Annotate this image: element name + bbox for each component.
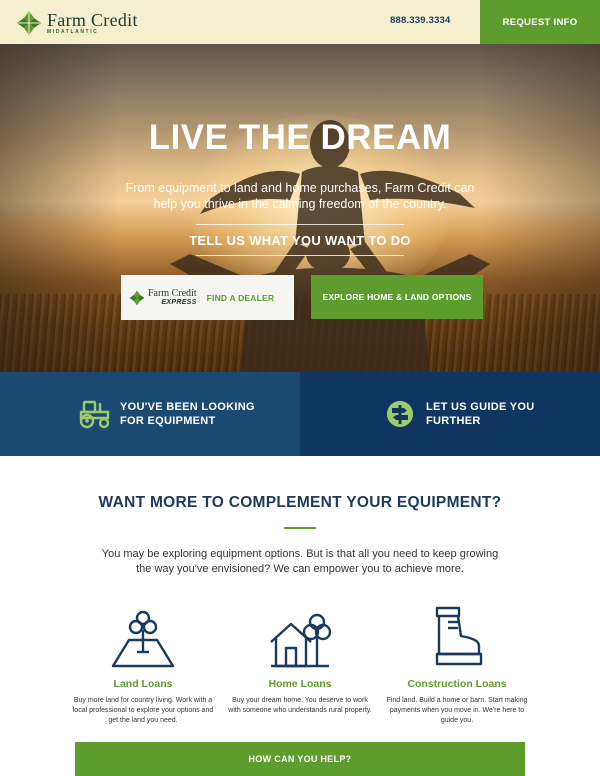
express-brand-name: Farm Credit <box>148 288 197 299</box>
construction-loans-card[interactable]: Construction Loans Find land. Build a ho… <box>382 600 532 726</box>
signpost-icon <box>387 401 413 427</box>
boot-icon <box>435 606 483 666</box>
hero-shade-right <box>480 44 600 372</box>
farm-credit-express-logo: Farm Credit EXPRESS <box>129 289 197 306</box>
equipment-band[interactable]: YOU'VE BEEN LOOKING FOR EQUIPMENT <box>0 372 300 456</box>
land-loans-title: Land Loans <box>113 678 173 690</box>
tractor-icon <box>79 400 110 429</box>
tell-us-heading: TELL US WHAT YOU WANT TO DO <box>189 224 411 256</box>
construction-loans-title: Construction Loans <box>407 678 507 690</box>
home-loans-title: Home Loans <box>268 678 332 690</box>
guide-band[interactable]: LET US GUIDE YOU FURTHER <box>300 372 600 456</box>
find-dealer-label: FIND A DEALER <box>206 292 275 303</box>
explore-options-button[interactable]: EXPLORE HOME & LAND OPTIONS <box>311 275 483 319</box>
brand-name: Farm Credit <box>47 10 138 30</box>
phone-number[interactable]: 888.339.3334 <box>390 15 451 26</box>
express-leaf-icon <box>129 290 145 305</box>
house-icon <box>270 613 331 668</box>
guide-band-label: LET US GUIDE YOU FURTHER <box>426 401 535 427</box>
express-brand-sub: EXPRESS <box>161 299 197 306</box>
find-dealer-button[interactable]: Farm Credit EXPRESS FIND A DEALER <box>121 275 294 320</box>
brand-subtitle: MIDATLANTIC <box>47 29 99 35</box>
request-info-button[interactable]: REQUEST INFO <box>480 0 600 44</box>
land-tree-icon <box>111 610 175 668</box>
tell-us-label: TELL US WHAT YOU WANT TO DO <box>189 232 411 248</box>
equipment-band-label: YOU'VE BEEN LOOKING FOR EQUIPMENT <box>120 401 255 427</box>
land-loans-description: Buy more land for country living. Work w… <box>72 697 214 724</box>
home-loans-card[interactable]: Home Loans Buy your dream home. You dese… <box>225 600 375 716</box>
construction-loans-description: Find land. Build a home or barn. Start m… <box>386 697 528 724</box>
section-divider <box>284 527 316 529</box>
how-can-you-help-button[interactable]: HOW CAN YOU HELP? <box>75 742 525 776</box>
land-loans-card[interactable]: Land Loans Buy more land for country liv… <box>68 600 218 726</box>
hero-title: LIVE THE DREAM <box>148 118 452 157</box>
hero-shade-left <box>0 44 120 372</box>
hero-subtitle: From equipment to land and home purchase… <box>125 181 475 211</box>
section-description: You may be exploring equipment options. … <box>101 548 499 575</box>
logo-leaf-icon <box>17 11 41 35</box>
farm-credit-logo[interactable]: Farm Credit MIDATLANTIC <box>16 8 138 38</box>
section-title: WANT MORE TO COMPLEMENT YOUR EQUIPMENT? <box>98 494 502 511</box>
site-header: Farm Credit MIDATLANTIC 888.339.3334 REQ… <box>0 0 600 44</box>
home-loans-description: Buy your dream home. You deserve to work… <box>228 697 372 714</box>
